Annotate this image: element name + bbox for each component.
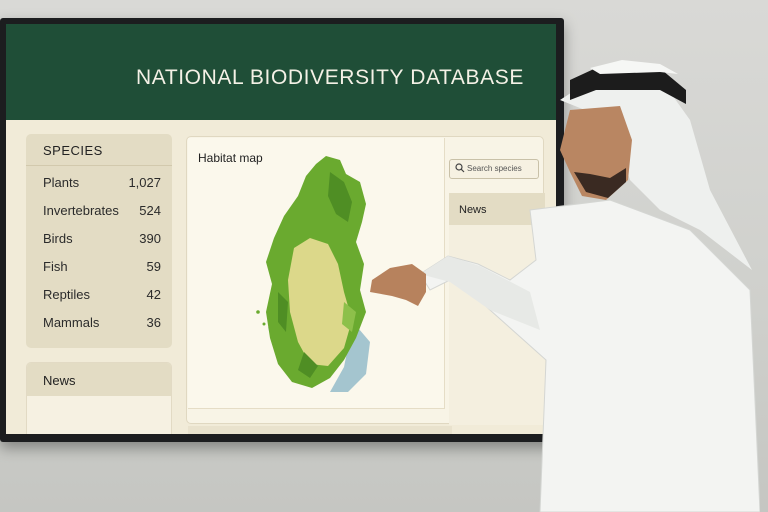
species-count: 42 (146, 287, 161, 302)
species-row-fish[interactable]: Fish 59 (26, 250, 172, 278)
species-label: Reptiles (43, 287, 90, 302)
species-row-plants[interactable]: Plants 1,027 (26, 166, 172, 194)
species-label: Mammals (43, 315, 100, 330)
news-panel-left[interactable]: News (26, 362, 172, 434)
species-count: 59 (146, 259, 161, 274)
species-count: 1,027 (128, 175, 161, 190)
species-label: Fish (43, 259, 68, 274)
species-label: Birds (43, 231, 73, 246)
species-heading: SPECIES (26, 134, 172, 166)
species-row-birds[interactable]: Birds 390 (26, 222, 172, 250)
species-count: 524 (139, 203, 161, 218)
presenter-figure (370, 60, 760, 512)
species-row-invertebrates[interactable]: Invertebrates 524 (26, 194, 172, 222)
species-panel: SPECIES Plants 1,027 Invertebrates 524 B… (26, 134, 172, 348)
news-heading: News (27, 363, 171, 396)
species-count: 390 (139, 231, 161, 246)
species-label: Plants (43, 175, 80, 190)
species-label: Invertebrates (43, 203, 119, 218)
species-count: 36 (146, 315, 161, 330)
species-row-mammals[interactable]: Mammals 36 (26, 306, 172, 334)
species-row-reptiles[interactable]: Reptiles 42 (26, 278, 172, 306)
